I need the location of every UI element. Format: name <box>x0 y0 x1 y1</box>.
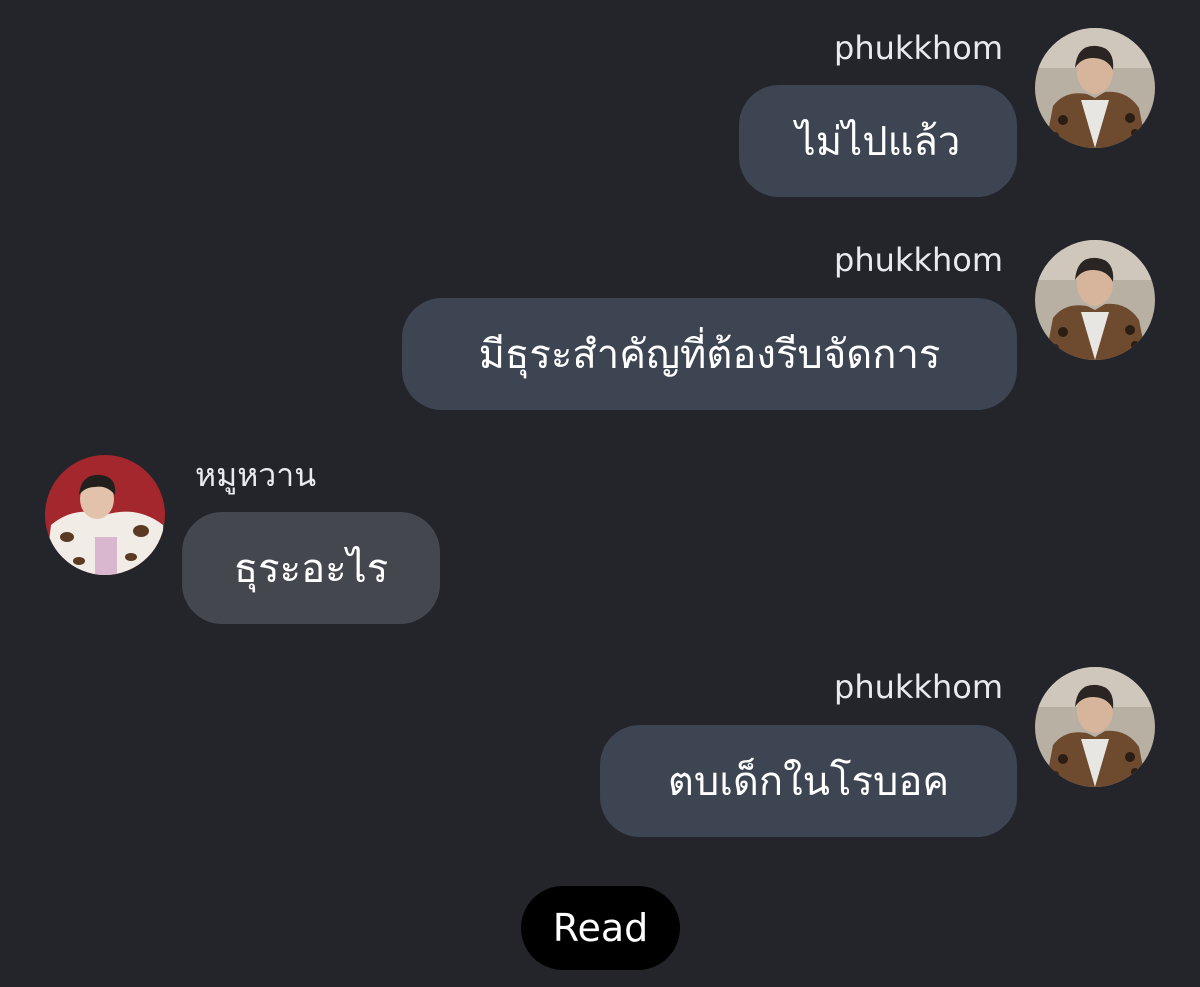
sender-name: phukkhom <box>834 241 1003 279</box>
message-bubble[interactable]: ธุระอะไร <box>182 512 440 624</box>
message-bubble[interactable]: ตบเด็กในโรบอค <box>600 725 1017 837</box>
avatar[interactable] <box>1035 240 1155 360</box>
avatar[interactable] <box>1035 28 1155 148</box>
read-status-badge: Read <box>521 886 680 970</box>
user-avatar-icon <box>1035 28 1155 148</box>
avatar[interactable] <box>1035 667 1155 787</box>
sender-name: phukkhom <box>834 29 1003 67</box>
message-bubble[interactable]: มีธุระสำคัญที่ต้องรีบจัดการ <box>402 298 1017 410</box>
sender-name: phukkhom <box>834 668 1003 706</box>
message-bubble[interactable]: ไม่ไปแล้ว <box>739 85 1017 197</box>
avatar[interactable] <box>45 455 165 575</box>
user-avatar-icon <box>1035 240 1155 360</box>
sender-name: หมูหวาน <box>195 456 317 494</box>
user-avatar-icon <box>45 455 165 575</box>
user-avatar-icon <box>1035 667 1155 787</box>
